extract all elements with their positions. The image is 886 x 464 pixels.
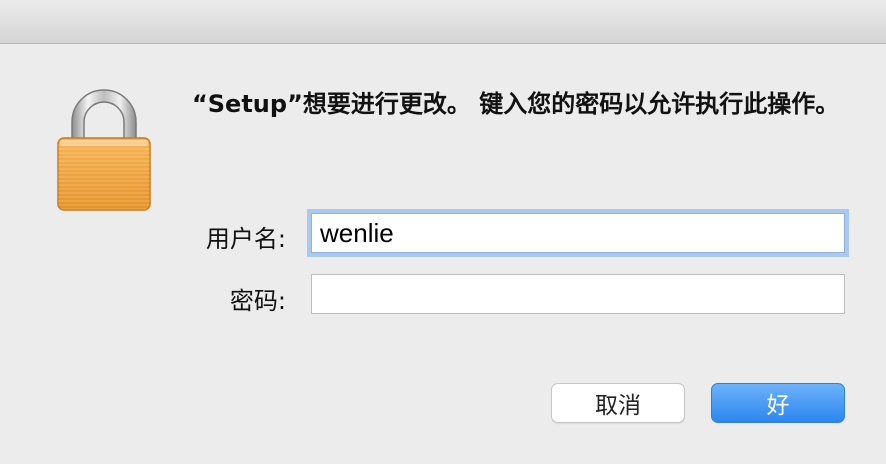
username-label: 用户名: bbox=[205, 225, 286, 253]
lock-icon bbox=[57, 89, 151, 211]
password-field[interactable] bbox=[311, 274, 845, 314]
dialog-message: “Setup”想要进行更改。 键入您的密码以允许执行此操作。 bbox=[192, 90, 840, 118]
password-label: 密码: bbox=[229, 287, 286, 315]
title-bar[interactable] bbox=[0, 0, 886, 44]
ok-button[interactable]: 好 bbox=[711, 383, 845, 423]
cancel-button[interactable]: 取消 bbox=[551, 383, 685, 423]
authentication-dialog: “Setup”想要进行更改。 键入您的密码以允许执行此操作。 用户名: 密码: … bbox=[0, 0, 886, 464]
username-field[interactable] bbox=[311, 213, 845, 253]
